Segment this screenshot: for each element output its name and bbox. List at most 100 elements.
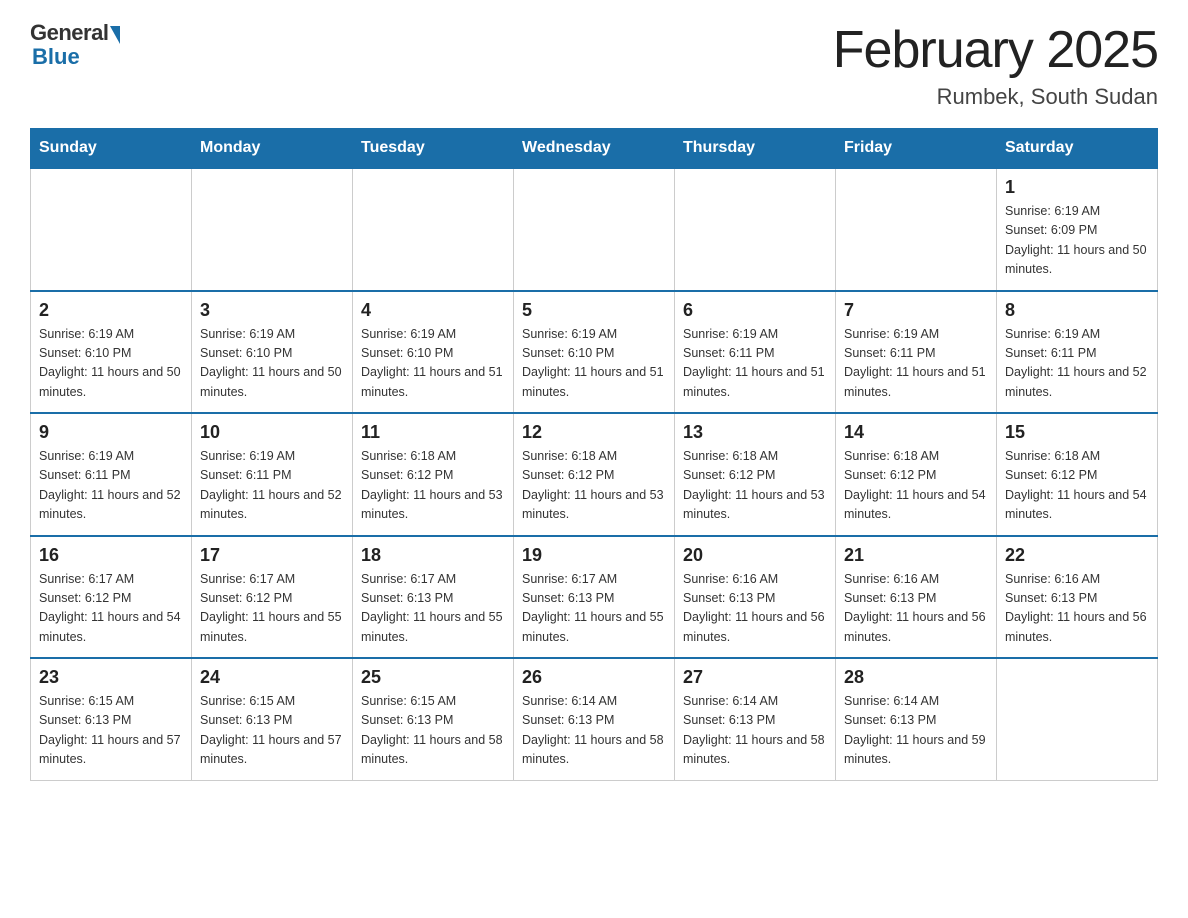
day-info: Sunrise: 6:17 AM Sunset: 6:13 PM Dayligh… [522, 572, 664, 644]
calendar-week-1: 1Sunrise: 6:19 AM Sunset: 6:09 PM Daylig… [31, 168, 1158, 291]
calendar-cell: 28Sunrise: 6:14 AM Sunset: 6:13 PM Dayli… [836, 658, 997, 780]
day-number: 2 [39, 300, 183, 321]
calendar-cell: 24 Sunrise: 6:15 AM Sunset: 6:13 PM Dayli… [192, 658, 353, 780]
calendar-cell: 11 Sunrise: 6:18 AM Sunset: 6:12 PM Dayli… [353, 413, 514, 536]
day-info: Sunrise: 6:17 AM Sunset: 6:12 PM Dayligh… [39, 572, 181, 644]
calendar-cell: 13 Sunrise: 6:18 AM Sunset: 6:12 PM Dayli… [675, 413, 836, 536]
day-info: Sunrise: 6:14 AM Sunset: 6:13 PM Dayligh… [522, 694, 664, 766]
day-info: Sunrise: 6:14 AM Sunset: 6:13 PM Dayligh… [683, 694, 825, 766]
calendar-week-4: 16 Sunrise: 6:17 AM Sunset: 6:12 PM Dayli… [31, 536, 1158, 659]
day-info: Sunrise: 6:19 AM Sunset: 6:10 PM Dayligh… [39, 327, 181, 399]
calendar-cell: 26 Sunrise: 6:14 AM Sunset: 6:13 PM Dayli… [514, 658, 675, 780]
calendar-header: SundayMondayTuesdayWednesdayThursdayFrid… [31, 129, 1158, 169]
calendar-cell: 18 Sunrise: 6:17 AM Sunset: 6:13 PM Dayli… [353, 536, 514, 659]
day-number: 11 [361, 422, 505, 443]
day-info: Sunrise: 6:16 AM Sunset: 6:13 PM Dayligh… [844, 572, 986, 644]
day-number: 3 [200, 300, 344, 321]
day-number: 21 [844, 545, 988, 566]
calendar-cell: 8 Sunrise: 6:19 AM Sunset: 6:11 PM Daylig… [997, 291, 1158, 414]
day-number: 25 [361, 667, 505, 688]
page-header: General Blue February 2025 Rumbek, South… [30, 20, 1158, 110]
day-info: Sunrise: 6:19 AM Sunset: 6:11 PM Dayligh… [844, 327, 986, 399]
calendar-cell: 20 Sunrise: 6:16 AM Sunset: 6:13 PM Dayli… [675, 536, 836, 659]
day-info: Sunrise: 6:17 AM Sunset: 6:12 PM Dayligh… [200, 572, 342, 644]
day-number: 16 [39, 545, 183, 566]
day-info: Sunrise: 6:18 AM Sunset: 6:12 PM Dayligh… [683, 449, 825, 521]
day-info: Sunrise: 6:18 AM Sunset: 6:12 PM Dayligh… [361, 449, 503, 521]
calendar-table: SundayMondayTuesdayWednesdayThursdayFrid… [30, 128, 1158, 781]
calendar-cell: 7 Sunrise: 6:19 AM Sunset: 6:11 PM Daylig… [836, 291, 997, 414]
calendar-cell [31, 168, 192, 291]
day-info: Sunrise: 6:14 AM Sunset: 6:13 PM Dayligh… [844, 694, 986, 766]
day-number: 14 [844, 422, 988, 443]
calendar-cell: 17 Sunrise: 6:17 AM Sunset: 6:12 PM Dayli… [192, 536, 353, 659]
calendar-cell: 15Sunrise: 6:18 AM Sunset: 6:12 PM Dayli… [997, 413, 1158, 536]
location-title: Rumbek, South Sudan [833, 84, 1158, 110]
day-info: Sunrise: 6:19 AM Sunset: 6:11 PM Dayligh… [1005, 327, 1147, 399]
calendar-cell: 21 Sunrise: 6:16 AM Sunset: 6:13 PM Dayli… [836, 536, 997, 659]
calendar-cell [997, 658, 1158, 780]
day-info: Sunrise: 6:19 AM Sunset: 6:10 PM Dayligh… [361, 327, 503, 399]
day-number: 6 [683, 300, 827, 321]
day-info: Sunrise: 6:16 AM Sunset: 6:13 PM Dayligh… [683, 572, 825, 644]
day-number: 5 [522, 300, 666, 321]
day-info: Sunrise: 6:19 AM Sunset: 6:10 PM Dayligh… [200, 327, 342, 399]
calendar-body: 1Sunrise: 6:19 AM Sunset: 6:09 PM Daylig… [31, 168, 1158, 780]
day-number: 24 [200, 667, 344, 688]
day-number: 27 [683, 667, 827, 688]
day-info: Sunrise: 6:15 AM Sunset: 6:13 PM Dayligh… [361, 694, 503, 766]
calendar-cell: 14 Sunrise: 6:18 AM Sunset: 6:12 PM Dayli… [836, 413, 997, 536]
day-number: 22 [1005, 545, 1149, 566]
day-info: Sunrise: 6:19 AM Sunset: 6:11 PM Dayligh… [200, 449, 342, 521]
day-info: Sunrise: 6:18 AM Sunset: 6:12 PM Dayligh… [844, 449, 986, 521]
logo-general-text: General [30, 20, 108, 46]
day-number: 10 [200, 422, 344, 443]
day-info: Sunrise: 6:18 AM Sunset: 6:12 PM Dayligh… [522, 449, 664, 521]
logo: General Blue [30, 20, 120, 70]
day-header-monday: Monday [192, 129, 353, 169]
day-number: 12 [522, 422, 666, 443]
calendar-cell: 19 Sunrise: 6:17 AM Sunset: 6:13 PM Dayli… [514, 536, 675, 659]
day-header-wednesday: Wednesday [514, 129, 675, 169]
calendar-cell: 2 Sunrise: 6:19 AM Sunset: 6:10 PM Daylig… [31, 291, 192, 414]
day-number: 20 [683, 545, 827, 566]
day-number: 23 [39, 667, 183, 688]
day-info: Sunrise: 6:19 AM Sunset: 6:10 PM Dayligh… [522, 327, 664, 399]
calendar-cell: 12 Sunrise: 6:18 AM Sunset: 6:12 PM Dayli… [514, 413, 675, 536]
calendar-cell: 9 Sunrise: 6:19 AM Sunset: 6:11 PM Daylig… [31, 413, 192, 536]
day-number: 19 [522, 545, 666, 566]
calendar-week-3: 9 Sunrise: 6:19 AM Sunset: 6:11 PM Daylig… [31, 413, 1158, 536]
day-header-saturday: Saturday [997, 129, 1158, 169]
day-number: 9 [39, 422, 183, 443]
calendar-cell: 22Sunrise: 6:16 AM Sunset: 6:13 PM Dayli… [997, 536, 1158, 659]
month-title: February 2025 [833, 20, 1158, 80]
day-info: Sunrise: 6:15 AM Sunset: 6:13 PM Dayligh… [200, 694, 342, 766]
day-number: 8 [1005, 300, 1149, 321]
day-number: 18 [361, 545, 505, 566]
day-header-thursday: Thursday [675, 129, 836, 169]
day-info: Sunrise: 6:19 AM Sunset: 6:11 PM Dayligh… [39, 449, 181, 521]
calendar-cell: 16 Sunrise: 6:17 AM Sunset: 6:12 PM Dayli… [31, 536, 192, 659]
day-number: 13 [683, 422, 827, 443]
calendar-cell: 25 Sunrise: 6:15 AM Sunset: 6:13 PM Dayli… [353, 658, 514, 780]
title-section: February 2025 Rumbek, South Sudan [833, 20, 1158, 110]
calendar-cell: 5 Sunrise: 6:19 AM Sunset: 6:10 PM Daylig… [514, 291, 675, 414]
calendar-cell: 23 Sunrise: 6:15 AM Sunset: 6:13 PM Dayli… [31, 658, 192, 780]
day-number: 7 [844, 300, 988, 321]
calendar-cell [675, 168, 836, 291]
day-info: Sunrise: 6:18 AM Sunset: 6:12 PM Dayligh… [1005, 449, 1147, 521]
day-number: 26 [522, 667, 666, 688]
calendar-cell: 27 Sunrise: 6:14 AM Sunset: 6:13 PM Dayli… [675, 658, 836, 780]
days-of-week-row: SundayMondayTuesdayWednesdayThursdayFrid… [31, 129, 1158, 169]
day-info: Sunrise: 6:17 AM Sunset: 6:13 PM Dayligh… [361, 572, 503, 644]
day-number: 4 [361, 300, 505, 321]
day-header-friday: Friday [836, 129, 997, 169]
day-info: Sunrise: 6:19 AM Sunset: 6:11 PM Dayligh… [683, 327, 825, 399]
calendar-cell [836, 168, 997, 291]
day-info: Sunrise: 6:15 AM Sunset: 6:13 PM Dayligh… [39, 694, 181, 766]
day-number: 17 [200, 545, 344, 566]
calendar-cell: 10 Sunrise: 6:19 AM Sunset: 6:11 PM Dayli… [192, 413, 353, 536]
day-header-tuesday: Tuesday [353, 129, 514, 169]
calendar-week-5: 23 Sunrise: 6:15 AM Sunset: 6:13 PM Dayli… [31, 658, 1158, 780]
calendar-cell [353, 168, 514, 291]
